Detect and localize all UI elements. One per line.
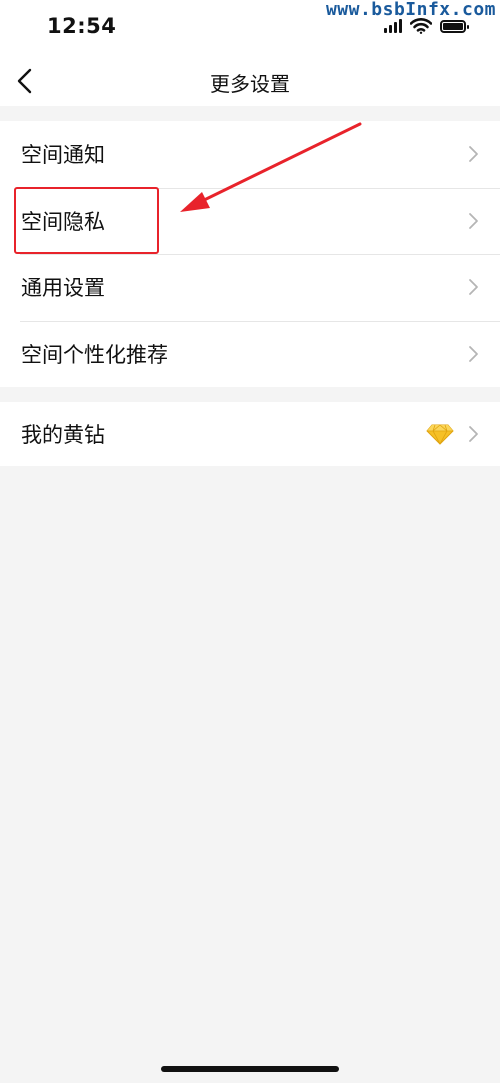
annotation-arrow-icon	[180, 122, 362, 212]
settings-item-label: 空间通知	[21, 143, 105, 168]
watermark: www.bsbInfx.com	[325, 0, 496, 20]
settings-item-label: 通用设置	[21, 276, 105, 301]
cellular-signal-icon	[384, 19, 402, 33]
status-icons	[384, 18, 469, 34]
home-indicator	[161, 1066, 339, 1072]
settings-item-label: 空间个性化推荐	[21, 342, 168, 367]
battery-icon	[440, 19, 469, 33]
chevron-right-icon	[469, 345, 478, 362]
chevron-right-icon	[469, 279, 478, 296]
chevron-right-icon	[469, 426, 478, 442]
settings-item-yellow-diamond[interactable]: 我的黄钻	[0, 402, 500, 466]
settings-item-label: 我的黄钻	[21, 423, 105, 447]
status-time: 12:54	[47, 14, 117, 38]
vip-group: 我的黄钻	[0, 402, 500, 466]
annotation-highlight-box	[14, 187, 159, 254]
nav-bar: 更多设置	[0, 56, 500, 106]
chevron-right-icon	[469, 146, 478, 163]
chevron-right-icon	[469, 212, 478, 229]
wifi-icon	[410, 18, 432, 34]
settings-item-personalized-recommendations[interactable]: 空间个性化推荐	[0, 320, 500, 388]
settings-item-general[interactable]: 通用设置	[0, 254, 500, 321]
yellow-diamond-icon	[426, 424, 454, 445]
page-title: 更多设置	[210, 72, 290, 96]
